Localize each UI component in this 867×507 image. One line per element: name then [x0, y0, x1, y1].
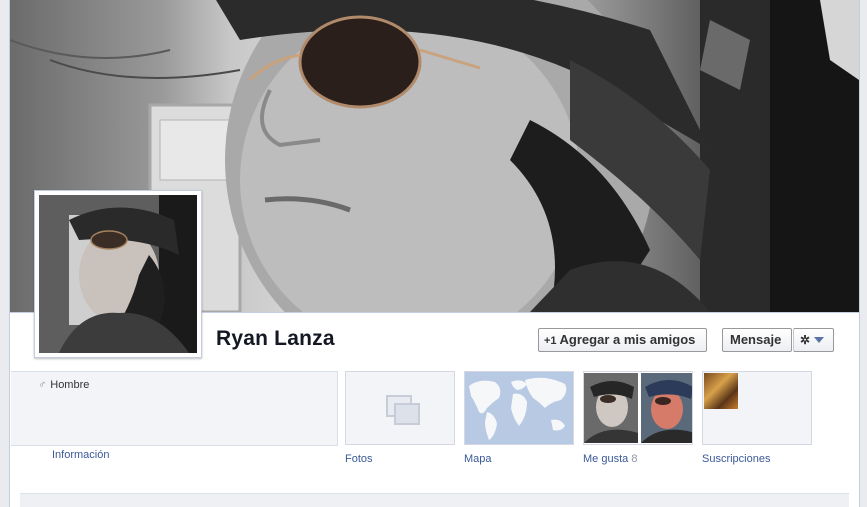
add-friend-icon: +1	[544, 335, 557, 347]
map-link[interactable]: Mapa	[464, 453, 492, 465]
gender-text: Hombre	[50, 379, 90, 391]
gear-dropdown-button[interactable]: ✲	[793, 328, 834, 352]
about-summary-box[interactable]: ♂ Hombre	[11, 371, 338, 446]
photos-tile[interactable]	[345, 371, 455, 445]
photos-stack-icon	[386, 395, 420, 425]
world-map-icon	[465, 372, 573, 444]
likes-tile[interactable]	[583, 371, 693, 445]
timeline-page: Ryan Lanza +1 Agregar a mis amigos Mensaj…	[9, 0, 860, 507]
likes-label: Me gusta	[583, 453, 629, 465]
profile-name[interactable]: Ryan Lanza	[216, 327, 335, 351]
add-friend-label: Agregar a mis amigos	[559, 332, 696, 347]
gender-row: ♂ Hombre	[38, 379, 89, 391]
subscriptions-tile[interactable]	[702, 371, 812, 445]
timeline-feed-area	[20, 493, 849, 507]
photos-link[interactable]: Fotos	[345, 453, 373, 465]
map-tile[interactable]	[464, 371, 574, 445]
likes-link[interactable]: Me gusta 8	[583, 453, 637, 465]
male-icon: ♂	[38, 379, 47, 391]
message-label: Mensaje	[730, 332, 782, 347]
profile-picture[interactable]	[34, 190, 202, 358]
add-friend-button[interactable]: +1 Agregar a mis amigos	[538, 328, 707, 352]
like-thumbnail	[641, 373, 692, 443]
about-link[interactable]: Información	[52, 449, 109, 461]
caret-down-icon	[814, 337, 825, 343]
likes-count: 8	[631, 453, 638, 465]
like-thumbnail	[584, 373, 638, 443]
gear-icon: ✲	[800, 333, 811, 347]
profile-picture-image	[39, 195, 197, 353]
subscription-thumbnail	[704, 373, 738, 409]
subscriptions-link[interactable]: Suscripciones	[702, 453, 770, 465]
message-button[interactable]: Mensaje	[722, 328, 792, 352]
